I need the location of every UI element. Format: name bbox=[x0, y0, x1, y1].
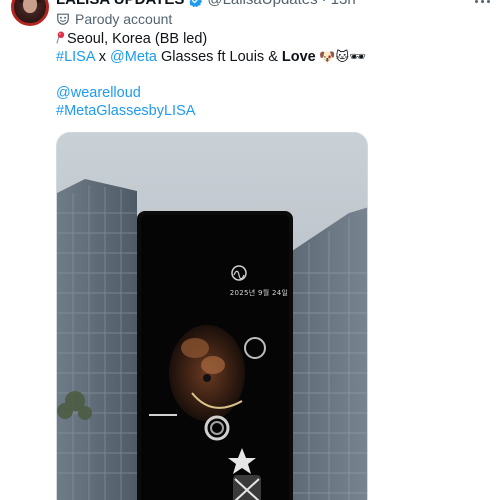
parody-mask-icon bbox=[57, 13, 69, 25]
parody-account-text: Parody account bbox=[75, 11, 173, 27]
glasses-text: Glasses ft Louis & bbox=[156, 49, 282, 65]
mention-meta[interactable]: @Meta bbox=[110, 49, 157, 65]
mention-wearelloud[interactable]: @wearelloud bbox=[56, 85, 141, 101]
avatar[interactable] bbox=[11, 0, 49, 26]
hashtag-metaglassesbylisa[interactable]: #MetaGlassesbyLISA bbox=[56, 103, 195, 119]
round-pushpin-icon bbox=[56, 31, 65, 44]
billboard-scene bbox=[57, 133, 367, 500]
verified-badge-icon bbox=[189, 0, 203, 7]
display-name[interactable]: LALISA UPDATES bbox=[56, 0, 184, 8]
tweet-line-mention: @wearelloud bbox=[56, 84, 476, 102]
tweet-line-location: Seoul, Korea (BB led) bbox=[56, 30, 476, 48]
more-options-icon[interactable] bbox=[472, 0, 492, 8]
timestamp[interactable]: 13h bbox=[331, 0, 356, 8]
billboard-date-text: 2025년 9월 24일 bbox=[229, 289, 289, 297]
emoji-sequence: 🐶🐱🕶 bbox=[315, 49, 366, 64]
avatar-face bbox=[23, 0, 37, 13]
love-text: Love bbox=[281, 49, 316, 65]
x-text: x bbox=[94, 49, 111, 65]
location-text: Seoul, Korea (BB led) bbox=[67, 31, 208, 47]
tweet-card[interactable]: LALISA UPDATES @LalisaUpdates · 13h Paro… bbox=[0, 0, 500, 500]
tweet-line-collab: #LISA x @Meta Glasses ft Louis & Love 🐶🐱… bbox=[56, 48, 476, 66]
header-separator: · bbox=[322, 0, 327, 8]
tweet-media-video[interactable]: 2025년 9월 24일 bbox=[56, 132, 368, 500]
tweet-line-hashtag: #MetaGlassesbyLISA bbox=[56, 102, 476, 120]
parody-account-label: Parody account bbox=[56, 10, 172, 28]
tweet-header: LALISA UPDATES @LalisaUpdates · 13h bbox=[56, 0, 356, 8]
hashtag-lisa[interactable]: #LISA bbox=[56, 49, 95, 65]
user-handle[interactable]: @LalisaUpdates bbox=[207, 0, 317, 8]
tweet-text: Seoul, Korea (BB led) #LISA x @Meta Glas… bbox=[56, 30, 476, 120]
